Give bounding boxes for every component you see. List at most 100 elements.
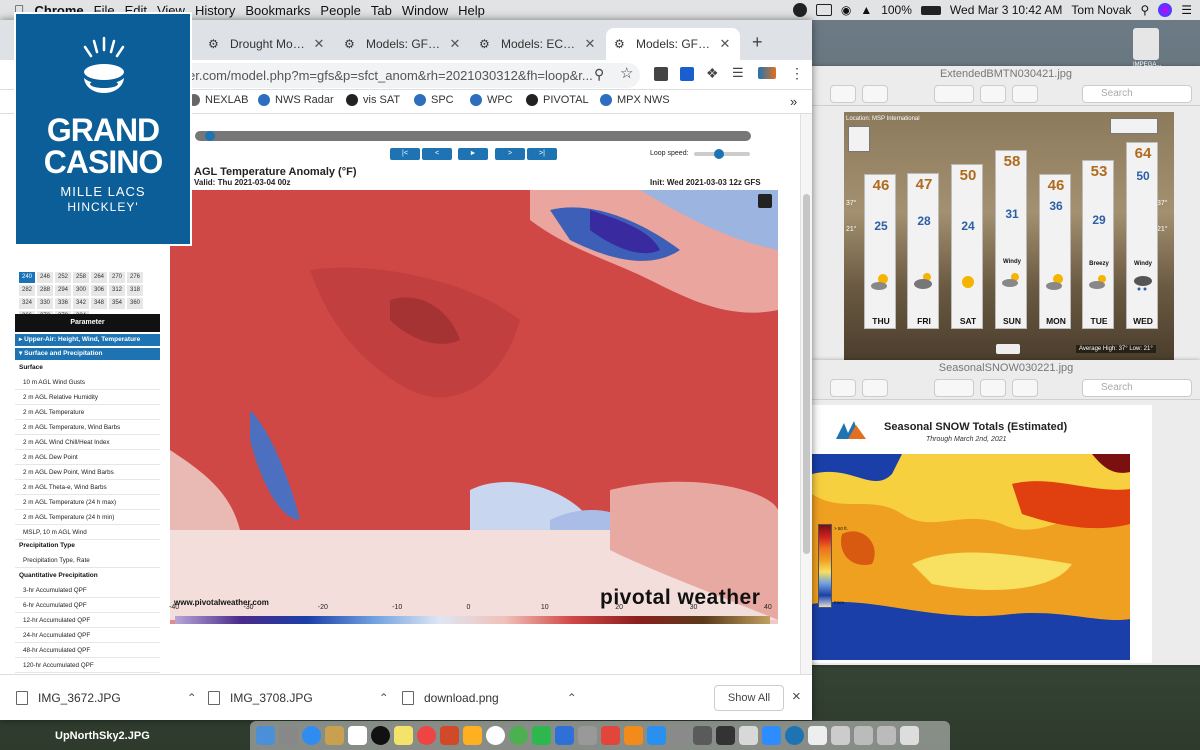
- app-icon[interactable]: [693, 726, 712, 745]
- forecast-hour-button[interactable]: 264: [91, 272, 107, 283]
- volume-icon[interactable]: ▲: [860, 3, 872, 17]
- battery-label[interactable]: 100%: [881, 3, 912, 17]
- param-item[interactable]: 2 m AGL Temperature (24 h min): [15, 511, 160, 525]
- bookmark-mpx-nws[interactable]: MPX NWS: [600, 94, 670, 106]
- rotate-button[interactable]: [980, 378, 1006, 397]
- screen-share-icon[interactable]: [815, 4, 832, 16]
- drive-icon[interactable]: IMPEGA...: [1133, 28, 1161, 68]
- close-downloads-button[interactable]: ×: [792, 688, 801, 705]
- bookmark-pivotal[interactable]: PIVOTAL: [526, 94, 589, 106]
- battery-icon[interactable]: [920, 5, 941, 15]
- share-button[interactable]: [862, 378, 888, 397]
- app-icon[interactable]: [601, 726, 620, 745]
- chevron-up-icon[interactable]: ⌃: [379, 691, 389, 705]
- param-item[interactable]: 2 m AGL Temperature, Wind Barbs: [15, 421, 160, 435]
- share-button[interactable]: [862, 84, 888, 103]
- forecast-hour-button[interactable]: 360: [127, 298, 143, 309]
- param-item[interactable]: 2 m AGL Temperature (24 h max): [15, 496, 160, 510]
- preview-search[interactable]: Search: [1082, 378, 1192, 397]
- menu-help[interactable]: Help: [458, 3, 495, 18]
- safari-icon[interactable]: [302, 726, 321, 745]
- forecast-hour-button[interactable]: 282: [19, 285, 35, 296]
- forecast-hour-button[interactable]: 300: [73, 285, 89, 296]
- loop-speed-slider[interactable]: [694, 149, 750, 159]
- download-item[interactable]: download.png ⌃: [402, 675, 577, 721]
- chrome-icon[interactable]: [417, 726, 436, 745]
- chevron-up-icon[interactable]: ⌃: [187, 691, 197, 705]
- app-icon[interactable]: [785, 726, 804, 745]
- app-icon[interactable]: [716, 726, 735, 745]
- trash-icon[interactable]: [900, 726, 919, 745]
- play-button[interactable]: ►: [458, 148, 488, 160]
- menu-people[interactable]: People: [320, 3, 370, 18]
- tab-ecmwf[interactable]: ⚙ Models: ECMWF ✕: [471, 28, 605, 60]
- show-all-button[interactable]: Show All: [714, 685, 784, 711]
- forecast-hour-button[interactable]: 324: [19, 298, 35, 309]
- forecast-hour-button[interactable]: 246: [37, 272, 53, 283]
- station-extension-icon[interactable]: [758, 67, 776, 79]
- slider-thumb[interactable]: [714, 149, 724, 159]
- facebook-extension-icon[interactable]: [654, 67, 668, 81]
- forecast-hour-button[interactable]: 336: [55, 298, 71, 309]
- grand-casino-ad[interactable]: GRAND CASINO MILLE LACS HINCKLEY': [14, 12, 192, 246]
- bookmark-vis-sat[interactable]: vis SAT: [346, 94, 400, 106]
- rotate-button[interactable]: [980, 84, 1006, 103]
- bookmark-star-icon[interactable]: ☆: [620, 64, 633, 82]
- close-tab-icon[interactable]: ✕: [312, 36, 326, 52]
- param-item[interactable]: 120-hr Accumulated QPF: [15, 659, 160, 673]
- forecast-hour-button[interactable]: 318: [127, 285, 143, 296]
- param-item[interactable]: 24-hr Accumulated QPF: [15, 629, 160, 643]
- powerpoint-icon[interactable]: [440, 726, 459, 745]
- menu-tab[interactable]: Tab: [371, 3, 402, 18]
- category-upper-air[interactable]: ▸ Upper-Air: Height, Wind, Temperature: [15, 334, 160, 346]
- forecast-hour-button[interactable]: 306: [91, 285, 107, 296]
- bookmark-spc[interactable]: SPC: [414, 94, 454, 106]
- app-store-icon[interactable]: [647, 726, 666, 745]
- download-item[interactable]: IMG_3672.JPG ⌃: [16, 675, 197, 721]
- spotlight-icon[interactable]: ⚲: [1140, 3, 1149, 17]
- chevron-up-icon[interactable]: ⌃: [567, 691, 577, 705]
- prev-frame-button[interactable]: <: [422, 148, 452, 160]
- param-item[interactable]: MSLP, 10 m AGL Wind: [15, 526, 160, 540]
- tab-drought-monitor[interactable]: ⚙ Drought Monitor ✕: [200, 28, 334, 60]
- system-prefs-icon[interactable]: [670, 726, 689, 745]
- contacts-icon[interactable]: [325, 726, 344, 745]
- messages-icon[interactable]: [509, 726, 528, 745]
- app-icon[interactable]: [854, 726, 873, 745]
- page-scrollbar[interactable]: [800, 114, 812, 674]
- param-item[interactable]: 6-hr Accumulated QPF: [15, 599, 160, 613]
- launchpad-icon[interactable]: [279, 726, 298, 745]
- forecast-hour-button[interactable]: 276: [127, 272, 143, 283]
- siri-icon[interactable]: [1158, 3, 1173, 17]
- markup-button[interactable]: [1012, 84, 1038, 103]
- reading-list-icon[interactable]: ☰: [732, 65, 744, 81]
- scrubber-thumb[interactable]: [205, 131, 215, 141]
- scrollbar-thumb[interactable]: [803, 194, 810, 554]
- obs-icon[interactable]: [371, 726, 390, 745]
- app-icon[interactable]: [463, 726, 482, 745]
- bookmark-nexlab[interactable]: NEXLAB: [188, 94, 248, 106]
- param-item[interactable]: 10 m AGL Wind Gusts: [15, 376, 160, 390]
- finder-icon[interactable]: [256, 726, 275, 745]
- category-surface[interactable]: ▾ Surface and Precipitation: [15, 348, 160, 360]
- menubar-app-icon[interactable]: [792, 3, 807, 17]
- desktop-file-label[interactable]: UpNorthSky2.JPG: [55, 730, 150, 742]
- first-frame-button[interactable]: |<: [390, 148, 420, 160]
- temperature-anomaly-map[interactable]: www.pivotalweather.com pivotal weather: [170, 190, 778, 624]
- new-tab-button[interactable]: +: [752, 32, 763, 53]
- time-scrubber[interactable]: [195, 131, 751, 141]
- notes-icon[interactable]: [394, 726, 413, 745]
- param-item[interactable]: 12-hr Accumulated QPF: [15, 614, 160, 628]
- forecast-hour-button[interactable]: 258: [73, 272, 89, 283]
- menu-history[interactable]: History: [195, 3, 245, 18]
- close-tab-icon[interactable]: ✕: [583, 36, 597, 52]
- bookmark-nws-radar[interactable]: NWS Radar: [258, 94, 334, 106]
- forecast-hour-button[interactable]: 330: [37, 298, 53, 309]
- mail-icon[interactable]: [555, 726, 574, 745]
- user-name[interactable]: Tom Novak: [1071, 3, 1131, 17]
- bookmark-wpc[interactable]: WPC: [470, 94, 513, 106]
- photos-icon[interactable]: [486, 726, 505, 745]
- tab-gfs-active[interactable]: ⚙ Models: GFS — P ✕: [606, 28, 740, 60]
- param-item[interactable]: Precipitation Type, Rate: [15, 554, 160, 568]
- next-frame-button[interactable]: >: [495, 148, 525, 160]
